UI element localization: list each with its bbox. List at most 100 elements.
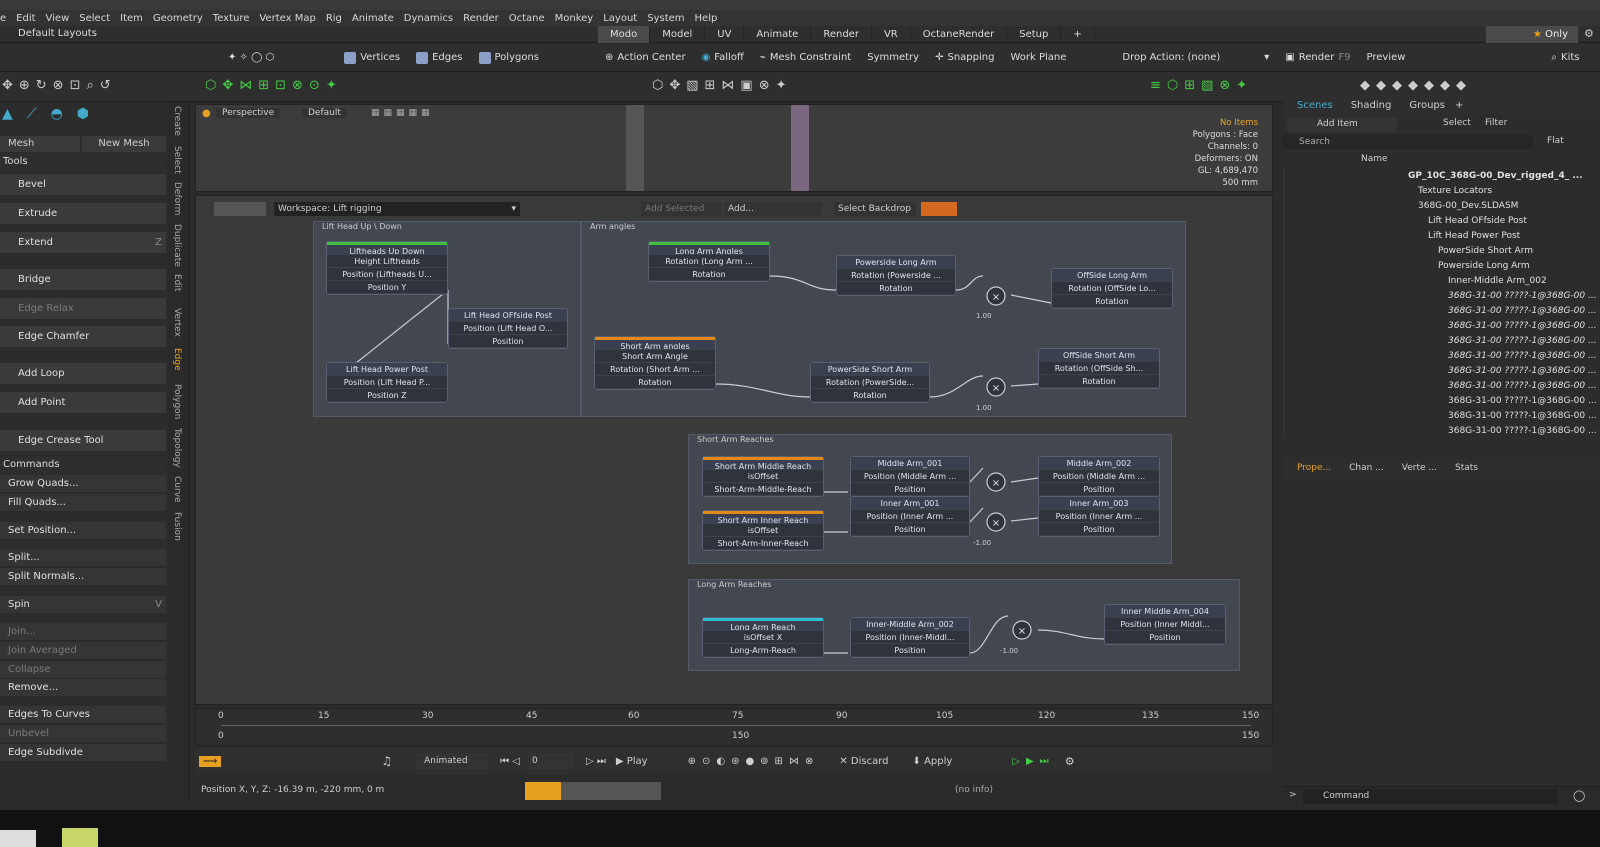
list-item[interactable]: PowerSide Short Arm	[1438, 246, 1600, 261]
list-item[interactable]: Inner-Middle Arm_002	[1448, 276, 1600, 291]
vtab-curve[interactable]: Curve	[172, 476, 182, 503]
node-offside-short-arm[interactable]: OffSide Short Arm Rotation (OffSide Sh..…	[1038, 348, 1160, 389]
list-item[interactable]: Texture Locators	[1418, 186, 1600, 201]
tab-render[interactable]: Render	[811, 26, 872, 43]
command-input[interactable]: Command	[1303, 789, 1558, 804]
list-item[interactable]: 368G-31-00 ?????-1@368G-00 ...	[1448, 336, 1600, 351]
mesh-constraint-button[interactable]: ⌁ Mesh Constraint	[760, 52, 851, 63]
select-button[interactable]: Select	[1443, 118, 1471, 128]
item-tools-icon[interactable]: ◆◆◆◆◆◆◆	[1360, 78, 1472, 93]
fill-quads-button[interactable]: Fill Quads...	[0, 494, 166, 512]
vtab-create[interactable]: Create	[172, 106, 182, 136]
node-lift-head-offside-post[interactable]: Lift Head OFfside Post Position (Lift He…	[448, 308, 568, 349]
node-liftheads-up-down[interactable]: Liftheads Up Down Height Liftheads Posit…	[326, 241, 448, 295]
menu-item[interactable]: System	[647, 13, 684, 24]
node-inner-arm-003[interactable]: Inner Arm_003 Position (Inner Arm ... Po…	[1038, 496, 1160, 537]
list-item[interactable]: GP_10C_368G-00_Dev_rigged_4_ ...	[1408, 171, 1600, 186]
menu-item[interactable]: Edit	[16, 13, 35, 24]
apply-button[interactable]: ⬇ Apply	[913, 756, 953, 767]
tab-vr[interactable]: VR	[872, 26, 911, 43]
tab-octanerender[interactable]: OctaneRender	[911, 26, 1008, 43]
set-position-button[interactable]: Set Position...	[0, 522, 166, 540]
drop-action-select[interactable]: Drop Action: (none) ▾	[1122, 52, 1269, 63]
menu-item[interactable]: Render	[463, 13, 499, 24]
action-center-button[interactable]: ⊕ Action Center	[605, 52, 686, 63]
node-inner-middle-arm-002[interactable]: Inner-Middle Arm_002 Position (Inner-Mid…	[850, 617, 970, 658]
list-item[interactable]: 368G-31-00 ?????-1@368G-00 ...	[1448, 396, 1600, 411]
symmetry-button[interactable]: Symmetry	[867, 52, 919, 63]
list-item[interactable]: 368G-31-00 ?????-1@368G-00 ...	[1448, 321, 1600, 336]
layout-tools-icon[interactable]: ≡⬡⊞▧⊗✦	[1150, 78, 1253, 93]
edge-relax-button[interactable]: Edge Relax	[0, 298, 166, 320]
snap-tools-icon[interactable]: ⬡✥⋈⊞⊡⊗⊙✦	[205, 78, 343, 93]
play-button[interactable]: ▶ Play	[616, 756, 648, 767]
gear-icon[interactable]: ⚙	[1584, 27, 1594, 40]
skip-back-icon[interactable]: ⏮ ◁	[500, 756, 520, 767]
default-layouts-label[interactable]: Default Layouts	[18, 28, 97, 39]
node-inner-middle-arm-004[interactable]: Inner Middle Arm_004 Position (Inner Mid…	[1104, 604, 1226, 645]
viewport-options-icons[interactable]: ▦▦▦▦▦	[371, 108, 434, 118]
collapse-button[interactable]: Collapse	[0, 661, 166, 679]
list-item[interactable]: 368G-31-00 ?????-1@368G-00 ...	[1448, 291, 1600, 306]
node-offside-long-arm[interactable]: OffSide Long Arm Rotation (OffSide Lo...…	[1051, 268, 1173, 309]
step-forward-icon[interactable]: ▷ ⏭	[586, 756, 606, 767]
menu-item[interactable]: Layout	[603, 13, 637, 24]
add-tab-icon[interactable]: +	[1455, 100, 1463, 111]
tab-animate[interactable]: Animate	[744, 26, 812, 43]
work-plane-button[interactable]: Work Plane	[1010, 52, 1066, 63]
perspective-dropdown[interactable]: Perspective	[216, 108, 281, 118]
taskbar-app-icon[interactable]	[62, 828, 98, 847]
node-powerside-short-arm[interactable]: PowerSide Short Arm Rotation (PowerSide.…	[810, 362, 930, 403]
node-short-arm-angles[interactable]: Short Arm angles Short Arm Angle Rotatio…	[594, 336, 716, 390]
primitive-icons[interactable]: ▲⟋◓⬢	[2, 106, 103, 122]
falloff-button[interactable]: ◉ Falloff	[702, 52, 744, 63]
tab-groups[interactable]: Groups	[1409, 100, 1445, 111]
vtab-polygon[interactable]: Polygon	[172, 384, 182, 419]
shading-dropdown[interactable]: Default	[302, 108, 347, 118]
new-mesh-button[interactable]: New Mesh	[82, 136, 166, 152]
add-loop-button[interactable]: Add Loop	[0, 363, 166, 385]
tab-properties[interactable]: Prope...	[1297, 463, 1331, 473]
vtab-fusion[interactable]: Fusion	[172, 512, 182, 541]
vtab-select[interactable]: Select	[172, 146, 182, 174]
list-item[interactable]: 368G-00_Dev.SLDASM	[1418, 201, 1600, 216]
node-long-arm-reach[interactable]: Long Arm Reach isOffset X Long-Arm-Reach	[702, 617, 824, 658]
key-tools-icons[interactable]: ⊕⊙◐⊛●⊚⊞⋈⊗	[688, 756, 820, 767]
taskbar-app-icon[interactable]	[0, 830, 36, 847]
list-item[interactable]: Lift Head Power Post	[1428, 231, 1600, 246]
status-tool-icons[interactable]	[525, 782, 661, 800]
view-tools-icon[interactable]: ⬡✥▧⊞⋈▣⊗✦	[652, 78, 793, 93]
edge-subdivide-button[interactable]: Edge Subdivde	[0, 744, 166, 762]
mesh-cleanup-button[interactable]: Mesh Cleanup...	[0, 136, 80, 165]
menu-item[interactable]: Monkey	[555, 13, 594, 24]
tab-vertex[interactable]: Verte ...	[1402, 463, 1437, 473]
transform-tools-icon[interactable]: ✥⊕↻⊗⊡⌕↺	[2, 78, 117, 93]
list-item[interactable]: Lift Head OFfside Post	[1428, 216, 1600, 231]
extend-button[interactable]: Extend Z	[0, 232, 166, 254]
join-button[interactable]: Join...	[0, 623, 166, 641]
tab-shading[interactable]: Shading	[1351, 100, 1392, 111]
tab-scenes[interactable]: Scenes	[1297, 100, 1333, 111]
vertices-button[interactable]: Vertices	[344, 51, 400, 64]
discard-button[interactable]: ✕ Discard	[839, 756, 888, 767]
edges-button[interactable]: Edges	[416, 51, 463, 64]
split-button[interactable]: Split...	[0, 549, 166, 567]
only-toggle[interactable]: ★ Only	[1486, 26, 1578, 43]
menu-item[interactable]: e	[0, 13, 6, 24]
search-input[interactable]: Search	[1283, 135, 1533, 149]
list-item[interactable]: 368G-31-00 ?????-1@368G-00 ...	[1448, 426, 1600, 441]
menu-item[interactable]: Texture	[213, 13, 250, 24]
edges-to-curves-button[interactable]: Edges To Curves	[0, 706, 166, 724]
node-powerside-long-arm[interactable]: Powerside Long Arm Rotation (Powerside .…	[836, 255, 956, 296]
play-controls-icon[interactable]: ▷▶⏭	[1012, 756, 1054, 767]
vtab-edge[interactable]: Edge	[172, 348, 182, 371]
node-middle-arm-001[interactable]: Middle Arm_001 Position (Middle Arm ... …	[850, 456, 970, 497]
edge-crease-tool-button[interactable]: Edge Crease Tool	[0, 430, 166, 452]
animated-dropdown[interactable]: Animated	[416, 753, 489, 769]
filter-button[interactable]: Filter	[1485, 118, 1507, 128]
menu-item[interactable]: View	[46, 13, 70, 24]
menu-item[interactable]: Item	[120, 13, 143, 24]
menu-item[interactable]: Vertex Map	[259, 13, 315, 24]
vtab-edit[interactable]: Edit	[172, 274, 182, 291]
schematic-view[interactable]: Workspace: Lift rigging ▾ Add Selected Ad…	[195, 195, 1273, 705]
